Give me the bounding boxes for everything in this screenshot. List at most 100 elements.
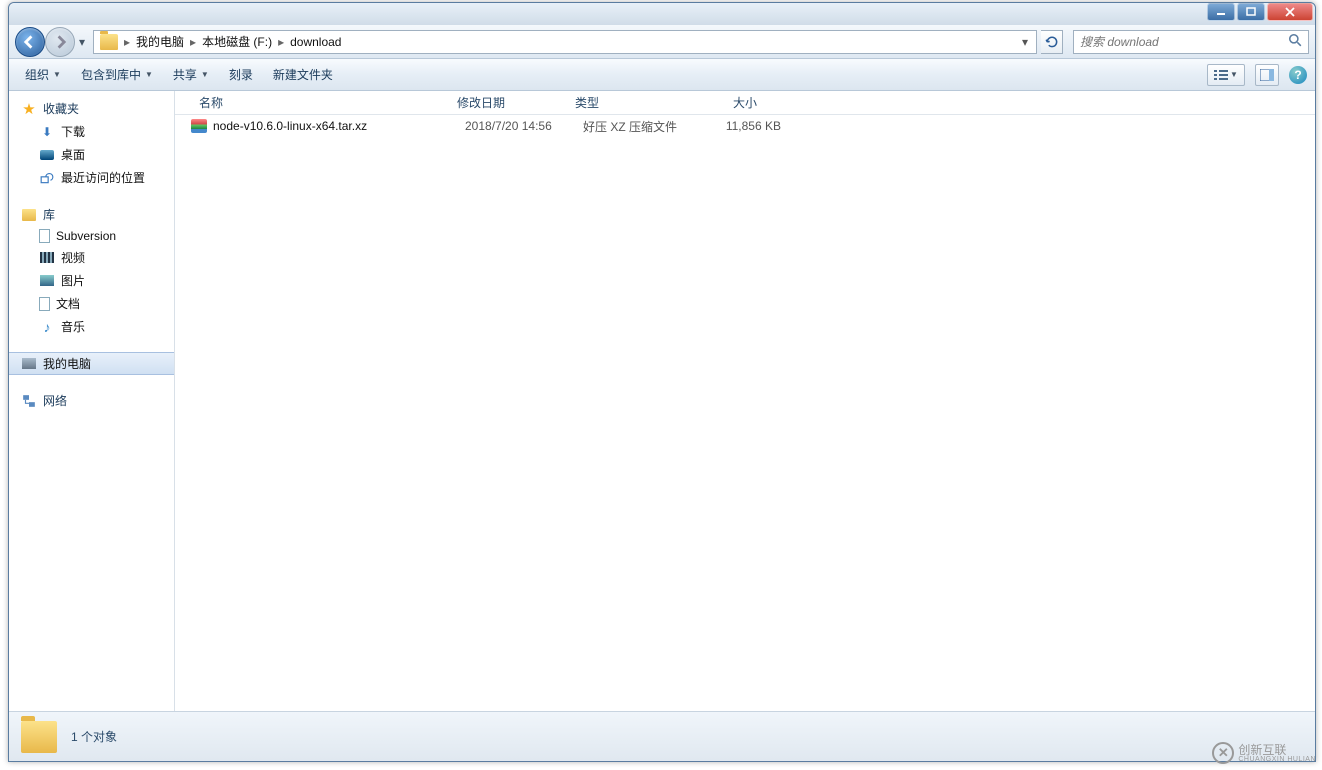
burn-label: 刻录 (229, 66, 253, 83)
sidebar-item-desktop[interactable]: 桌面 (9, 143, 174, 166)
favorites-group: ★ 收藏夹 ⬇ 下载 桌面 最近访问的位置 (9, 97, 174, 189)
sidebar-item-label: 下载 (61, 123, 85, 140)
file-row[interactable]: node-v10.6.0-linux-x64.tar.xz 2018/7/20 … (175, 115, 1315, 137)
sidebar-item-downloads[interactable]: ⬇ 下载 (9, 120, 174, 143)
network-group: 网络 (9, 389, 174, 412)
subversion-icon (39, 229, 50, 243)
column-headers: 名称 修改日期 类型 大小 (175, 91, 1315, 115)
organize-label: 组织 (25, 66, 49, 83)
watermark: ✕ 创新互联 CHUANGXIN HULIAN (1212, 742, 1316, 764)
chevron-down-icon: ▼ (145, 70, 153, 79)
computer-group: 我的电脑 (9, 352, 174, 375)
search-icon[interactable] (1288, 33, 1302, 50)
toolbar-right: ▼ ? (1207, 64, 1307, 86)
maximize-button[interactable] (1237, 3, 1265, 21)
new-folder-label: 新建文件夹 (273, 66, 333, 83)
status-bar: 1 个对象 (9, 711, 1315, 761)
star-icon: ★ (21, 101, 37, 117)
watermark-brand: 创新互联 (1238, 744, 1316, 756)
column-size[interactable]: 大小 (685, 94, 765, 111)
share-label: 共享 (173, 66, 197, 83)
chevron-down-icon: ▼ (1230, 70, 1238, 79)
sidebar-item-label: 桌面 (61, 146, 85, 163)
music-icon: ♪ (39, 319, 55, 335)
chevron-down-icon: ▼ (201, 70, 209, 79)
burn-button[interactable]: 刻录 (221, 62, 261, 87)
body: ★ 收藏夹 ⬇ 下载 桌面 最近访问的位置 库 Subversion 视频 图片 文… (9, 91, 1315, 711)
chevron-right-icon[interactable]: ▸ (276, 35, 286, 49)
watermark-logo: ✕ (1212, 742, 1234, 764)
sidebar-item-mycomputer[interactable]: 我的电脑 (9, 352, 174, 375)
sidebar-item-subversion[interactable]: Subversion (9, 226, 174, 246)
title-bar (9, 3, 1315, 25)
desktop-icon (39, 147, 55, 163)
breadcrumb-root[interactable]: 我的电脑 (132, 31, 188, 53)
window-controls (1207, 3, 1315, 25)
computer-icon (21, 356, 37, 372)
toolbar: 组织 ▼ 包含到库中▼ 共享 ▼ 刻录 新建文件夹 ▼ ? (9, 59, 1315, 91)
column-date[interactable]: 修改日期 (449, 94, 567, 111)
organize-menu[interactable]: 组织 ▼ (17, 62, 69, 87)
sidebar-item-pictures[interactable]: 图片 (9, 269, 174, 292)
sidebar-item-label: 音乐 (61, 318, 85, 335)
document-icon (39, 297, 50, 311)
sidebar-item-documents[interactable]: 文档 (9, 292, 174, 315)
nav-arrows: ▾ (15, 27, 89, 57)
file-name: node-v10.6.0-linux-x64.tar.xz (213, 119, 465, 133)
watermark-sub: CHUANGXIN HULIAN (1238, 756, 1316, 763)
chevron-down-icon: ▼ (53, 70, 61, 79)
sidebar-item-label: 最近访问的位置 (61, 169, 145, 186)
help-button[interactable]: ? (1289, 66, 1307, 84)
refresh-button[interactable] (1041, 30, 1063, 54)
column-type[interactable]: 类型 (567, 94, 685, 111)
search-input[interactable] (1080, 35, 1288, 49)
library-icon (21, 207, 37, 223)
include-menu[interactable]: 包含到库中▼ (73, 62, 161, 87)
favorites-header[interactable]: ★ 收藏夹 (9, 97, 174, 120)
video-icon (39, 250, 55, 266)
file-date: 2018/7/20 14:56 (465, 119, 583, 133)
breadcrumb-drive[interactable]: 本地磁盘 (F:) (198, 31, 276, 53)
sidebar-item-label: 网络 (43, 392, 67, 409)
status-text: 1 个对象 (71, 728, 117, 745)
sidebar-item-videos[interactable]: 视频 (9, 246, 174, 269)
address-bar[interactable]: ▸ 我的电脑 ▸ 本地磁盘 (F:) ▸ download ▾ (93, 30, 1037, 54)
close-button[interactable] (1267, 3, 1313, 21)
network-icon (21, 393, 37, 409)
history-dropdown[interactable]: ▾ (75, 32, 89, 52)
new-folder-button[interactable]: 新建文件夹 (265, 62, 341, 87)
share-menu[interactable]: 共享 ▼ (165, 62, 217, 87)
back-button[interactable] (15, 27, 45, 57)
library-group: 库 Subversion 视频 图片 文档 ♪ 音乐 (9, 203, 174, 338)
library-label: 库 (43, 206, 55, 223)
recent-icon (39, 170, 55, 186)
nav-bar: ▾ ▸ 我的电脑 ▸ 本地磁盘 (F:) ▸ download ▾ (9, 25, 1315, 59)
file-type: 好压 XZ 压缩文件 (583, 118, 701, 135)
sidebar-item-network[interactable]: 网络 (9, 389, 174, 412)
file-list-pane: 名称 修改日期 类型 大小 node-v10.6.0-linux-x64.tar… (175, 91, 1315, 711)
picture-icon (39, 273, 55, 289)
sidebar-item-label: 视频 (61, 249, 85, 266)
file-size: 11,856 KB (701, 119, 781, 133)
sidebar-item-label: 文档 (56, 295, 80, 312)
search-box[interactable] (1073, 30, 1309, 54)
column-name[interactable]: 名称 (191, 94, 449, 111)
sidebar-item-label: 我的电脑 (43, 355, 91, 372)
chevron-right-icon[interactable]: ▸ (122, 35, 132, 49)
minimize-button[interactable] (1207, 3, 1235, 21)
library-header[interactable]: 库 (9, 203, 174, 226)
favorites-label: 收藏夹 (43, 100, 79, 117)
view-mode-button[interactable]: ▼ (1207, 64, 1245, 86)
folder-icon (21, 721, 57, 753)
chevron-right-icon[interactable]: ▸ (188, 35, 198, 49)
sidebar-item-music[interactable]: ♪ 音乐 (9, 315, 174, 338)
preview-pane-button[interactable] (1255, 64, 1279, 86)
download-icon: ⬇ (39, 124, 55, 140)
forward-button[interactable] (45, 27, 75, 57)
address-dropdown[interactable]: ▾ (1016, 35, 1034, 49)
sidebar-item-label: 图片 (61, 272, 85, 289)
breadcrumb-folder[interactable]: download (286, 31, 345, 53)
sidebar-item-label: Subversion (56, 229, 116, 243)
sidebar-item-recent[interactable]: 最近访问的位置 (9, 166, 174, 189)
file-rows[interactable]: node-v10.6.0-linux-x64.tar.xz 2018/7/20 … (175, 115, 1315, 711)
